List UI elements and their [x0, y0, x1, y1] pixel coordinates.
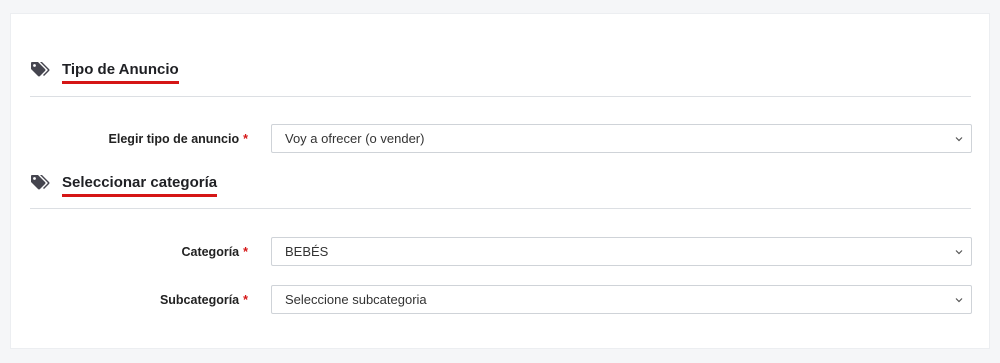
field-label-subcategoria: Subcategoría * — [159, 293, 248, 307]
tipo-anuncio-select[interactable]: Voy a ofrecer (o vender) — [271, 124, 972, 153]
select-value: Seleccione subcategoria — [285, 292, 427, 307]
section-header-tipo-anuncio: Tipo de Anuncio — [30, 61, 179, 84]
chevron-down-icon — [955, 298, 963, 303]
tags-icon — [31, 62, 50, 77]
chevron-down-icon — [955, 250, 963, 255]
required-mark: * — [243, 293, 248, 307]
select-value: Voy a ofrecer (o vender) — [285, 131, 425, 146]
section-header-categoria: Seleccionar categoría — [30, 174, 218, 197]
categoria-select[interactable]: BEBÉS — [271, 237, 972, 266]
subcategoria-select[interactable]: Seleccione subcategoria — [271, 285, 972, 314]
form-card: Tipo de Anuncio Elegir tipo de anuncio * … — [10, 13, 990, 349]
select-value: BEBÉS — [285, 244, 329, 259]
section-title: Tipo de Anuncio — [62, 61, 179, 84]
divider — [30, 96, 971, 97]
divider — [30, 208, 971, 209]
field-label-tipo-anuncio: Elegir tipo de anuncio * — [108, 132, 248, 146]
chevron-down-icon — [955, 137, 963, 142]
required-mark: * — [243, 245, 248, 259]
section-title: Seleccionar categoría — [62, 174, 218, 197]
tags-icon — [31, 175, 50, 190]
required-mark: * — [243, 132, 248, 146]
field-label-categoria: Categoría * — [181, 245, 248, 259]
